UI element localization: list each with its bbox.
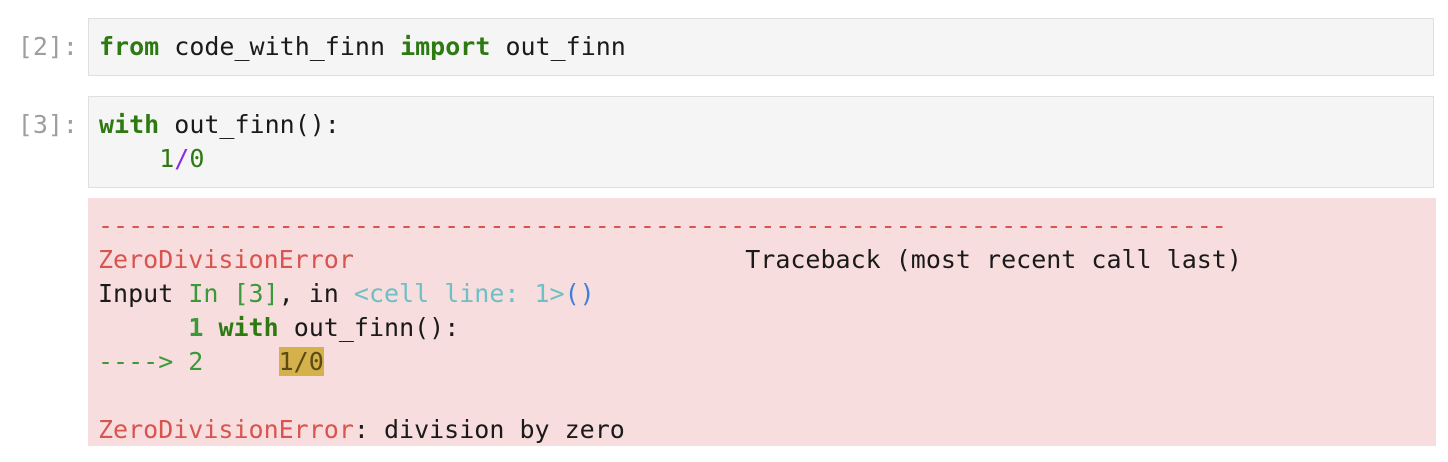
import-name: out_finn (505, 32, 626, 61)
traceback-header: ZeroDivisionError Traceback (most recent… (98, 243, 1426, 277)
code-line-2: 1/0 (99, 142, 1423, 176)
cell-line-reference: <cell line: 1> (353, 279, 565, 308)
traceback-code-line-1: 1 with out_finn(): (98, 311, 1426, 345)
in-reference: In [3] (188, 279, 279, 308)
line1-rest: out_finn(): (278, 313, 460, 342)
input-reference-line: Input In [3], in <cell line: 1>() (98, 277, 1426, 311)
final-error-message: : division by zero (353, 415, 625, 444)
line2-padding (203, 347, 278, 376)
keyword-from: from (99, 32, 160, 61)
error-arrow: ----> 2 (98, 347, 204, 376)
final-error-line: ZeroDivisionError: division by zero (98, 413, 1426, 447)
keyword-import: import (400, 32, 491, 61)
division-operator: / (174, 144, 190, 173)
error-output: ----------------------------------------… (88, 198, 1436, 446)
header-gap (354, 245, 745, 274)
cell-3-input[interactable]: with out_finn(): 1/0 (88, 96, 1434, 188)
line1-padding (98, 313, 188, 342)
cell-3-prompt: [3]: (17, 110, 78, 139)
module-name: code_with_finn (174, 32, 385, 61)
call-parens: () (564, 279, 595, 308)
final-error-name: ZeroDivisionError (98, 415, 354, 444)
traceback-code-line-2: ----> 2 1/0 (98, 345, 1426, 379)
cell-2-input[interactable]: from code_with_finn import out_finn (88, 18, 1434, 76)
number-zero: 0 (189, 144, 205, 173)
traceback-separator: ----------------------------------------… (98, 211, 1227, 240)
number-one: 1 (159, 144, 175, 173)
input-label: Input (98, 279, 189, 308)
keyword-with: with (99, 110, 160, 139)
call-expression: out_finn(): (174, 110, 340, 139)
in-word: , in (278, 279, 354, 308)
line1-keyword: with (218, 313, 279, 342)
error-name: ZeroDivisionError (98, 245, 354, 274)
highlighted-expression: 1/0 (278, 347, 324, 376)
code-line-1: with out_finn(): (99, 108, 1423, 142)
line1-number: 1 (188, 313, 204, 342)
cell-2-prompt: [2]: (17, 32, 78, 61)
traceback-title: Traceback (most recent call last) (745, 245, 1242, 274)
